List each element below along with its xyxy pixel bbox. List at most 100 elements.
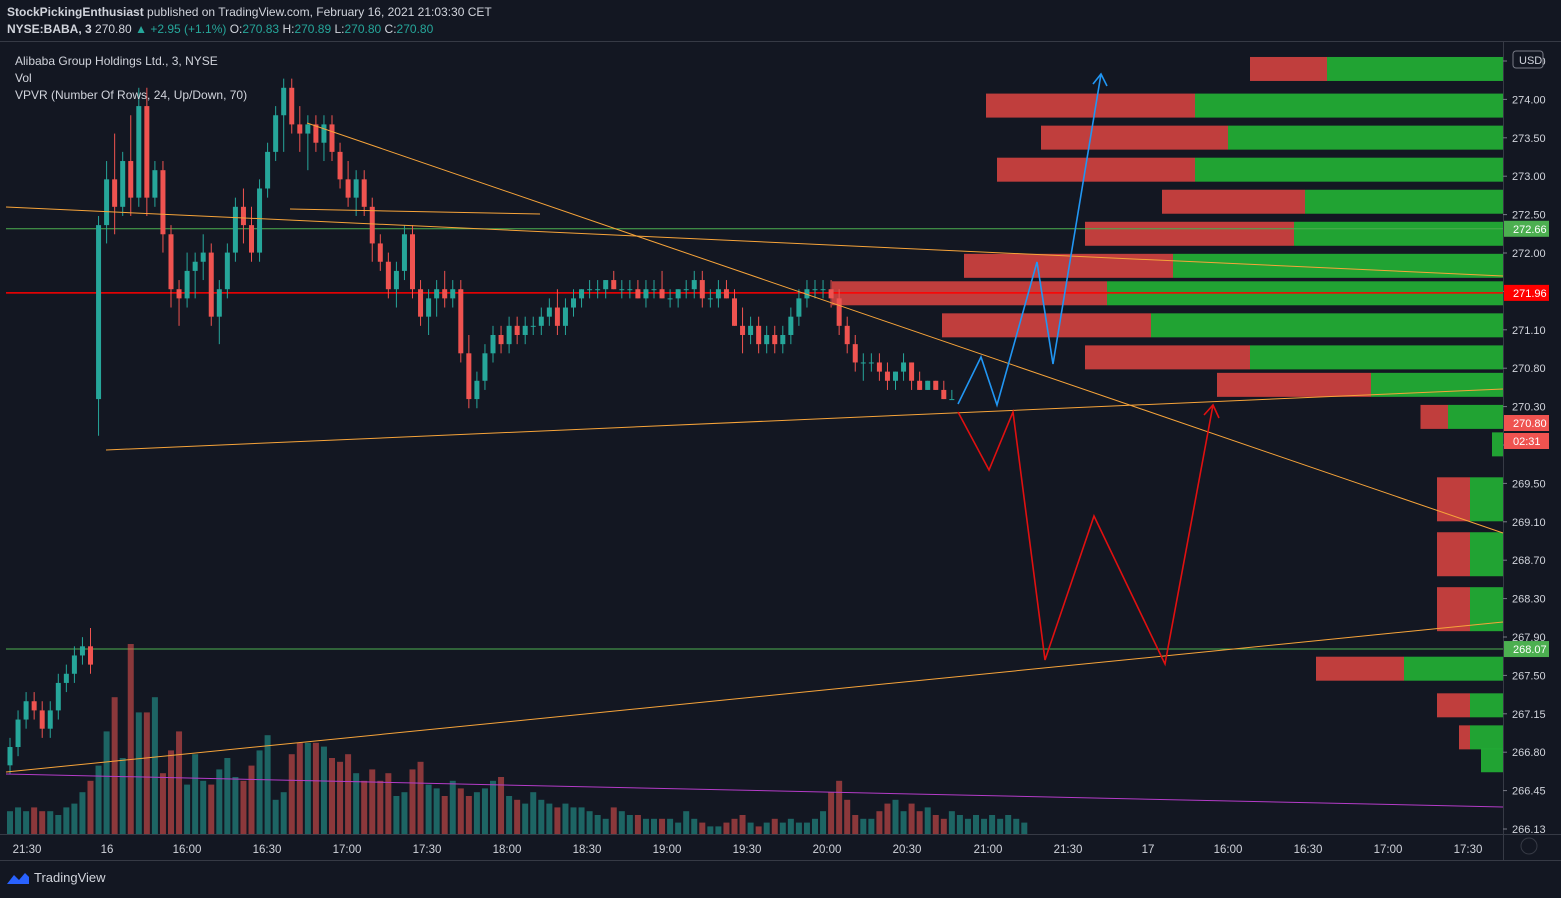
candle-body [619, 289, 625, 291]
volume-bar [232, 777, 239, 834]
candle-body [506, 325, 512, 345]
volume-bar [852, 815, 859, 834]
volume-bar [812, 818, 818, 834]
candle-body [925, 380, 931, 390]
tradingview-logo[interactable]: TradingView [6, 870, 106, 885]
candle-body [933, 380, 939, 390]
candle-body [635, 289, 641, 299]
candle-body [740, 325, 746, 335]
candle-body [128, 161, 134, 198]
volume-bar [932, 815, 939, 834]
candle-body [297, 124, 303, 134]
volume-bar [683, 811, 690, 834]
volume-bar [184, 784, 191, 834]
volume-bar [304, 742, 311, 834]
vp-down-bar [1085, 345, 1250, 370]
legend-vpvr[interactable]: VPVR (Number Of Rows, 24, Up/Down, 70) [15, 87, 247, 104]
candle-body [893, 371, 898, 381]
candle-body [884, 371, 890, 381]
candle-body [611, 280, 617, 290]
candle-body [152, 170, 158, 198]
volume-bar [473, 792, 480, 834]
vp-up-bar [1470, 532, 1503, 577]
candle-body [63, 673, 69, 683]
vp-down-bar [1437, 693, 1470, 718]
volume-bar [691, 818, 698, 834]
volume-bar [256, 750, 263, 834]
volume-bar [731, 818, 738, 834]
volume-bar [55, 815, 62, 834]
candle-body [490, 334, 496, 354]
up-arrow-icon: ▲ [135, 22, 147, 36]
indicator-legend: Alibaba Group Holdings Ltd., 3, NYSE Vol… [15, 53, 247, 104]
volume-bar [900, 811, 907, 834]
volume-bar [948, 811, 955, 834]
price-chart[interactable]: 274.50274.00273.50273.00272.50272.00271.… [0, 0, 1561, 898]
vp-up-bar [1327, 56, 1503, 81]
volume-bar [868, 818, 875, 834]
volume-bar [143, 712, 150, 834]
published-text: published on TradingView.com, February 1… [147, 5, 492, 19]
volume-bar [707, 826, 714, 834]
candle-body [401, 234, 407, 271]
vp-up-bar [1228, 125, 1503, 150]
time-axis-label: 20:30 [893, 844, 922, 856]
candle-body [240, 206, 246, 226]
volume-bar [1005, 815, 1012, 834]
author-name[interactable]: StockPickingEnthusiast [7, 5, 144, 19]
high-label: H: [282, 22, 295, 36]
volume-bar [248, 765, 255, 834]
price-tag-label: 02:31 [1513, 436, 1541, 448]
volume-bar [699, 822, 706, 834]
volume-bar [369, 769, 376, 834]
candle-body [538, 316, 544, 326]
volume-bar [312, 742, 319, 834]
vp-down-bar [1041, 125, 1228, 150]
volume-bar [997, 818, 1004, 834]
currency-label: USD [1519, 55, 1542, 67]
time-axis-label: 16:00 [173, 844, 202, 856]
vp-up-bar [1470, 693, 1503, 718]
vp-up-bar [1294, 221, 1503, 246]
volume-bar [651, 818, 657, 834]
candle-body [917, 380, 923, 390]
candle-body [305, 124, 311, 134]
candle-body [192, 261, 198, 271]
candle-body [474, 380, 480, 400]
volume-bar [337, 761, 344, 834]
last-price: 270.80 [95, 22, 132, 36]
time-axis-label: 16:30 [1294, 844, 1323, 856]
candle-body [627, 289, 633, 291]
candle-body [385, 261, 391, 290]
volume-bar [39, 811, 46, 834]
price-axis-label: 266.13 [1512, 824, 1546, 836]
candle-body [562, 307, 568, 326]
vp-up-bar [1470, 477, 1503, 522]
candle-body [651, 289, 657, 291]
vp-up-bar [1195, 93, 1503, 118]
volume-bar [626, 815, 633, 834]
volume-bar [844, 799, 851, 834]
vp-up-bar [1371, 372, 1503, 397]
legend-vol[interactable]: Vol [15, 70, 247, 87]
candle-body [723, 289, 729, 299]
candle-body [112, 179, 118, 207]
time-axis-label: 21:00 [974, 844, 1003, 856]
vp-up-bar [1481, 748, 1503, 773]
volume-bar [1021, 822, 1028, 834]
volume-bar [973, 815, 979, 834]
volume-bar [562, 803, 569, 834]
candle-body [393, 270, 399, 290]
legend-title[interactable]: Alibaba Group Holdings Ltd., 3, NYSE [15, 53, 247, 70]
candle-body [104, 179, 110, 226]
volume-bar [820, 811, 827, 834]
vp-down-bar [1420, 404, 1448, 429]
candle-body [55, 682, 61, 711]
candle-body [337, 151, 343, 180]
price-tag-label: 271.96 [1513, 288, 1547, 300]
candle-body [780, 334, 786, 345]
volume-bar [570, 807, 577, 834]
candle-body [450, 289, 456, 299]
candle-body [691, 280, 697, 290]
volume-bar [723, 822, 730, 834]
